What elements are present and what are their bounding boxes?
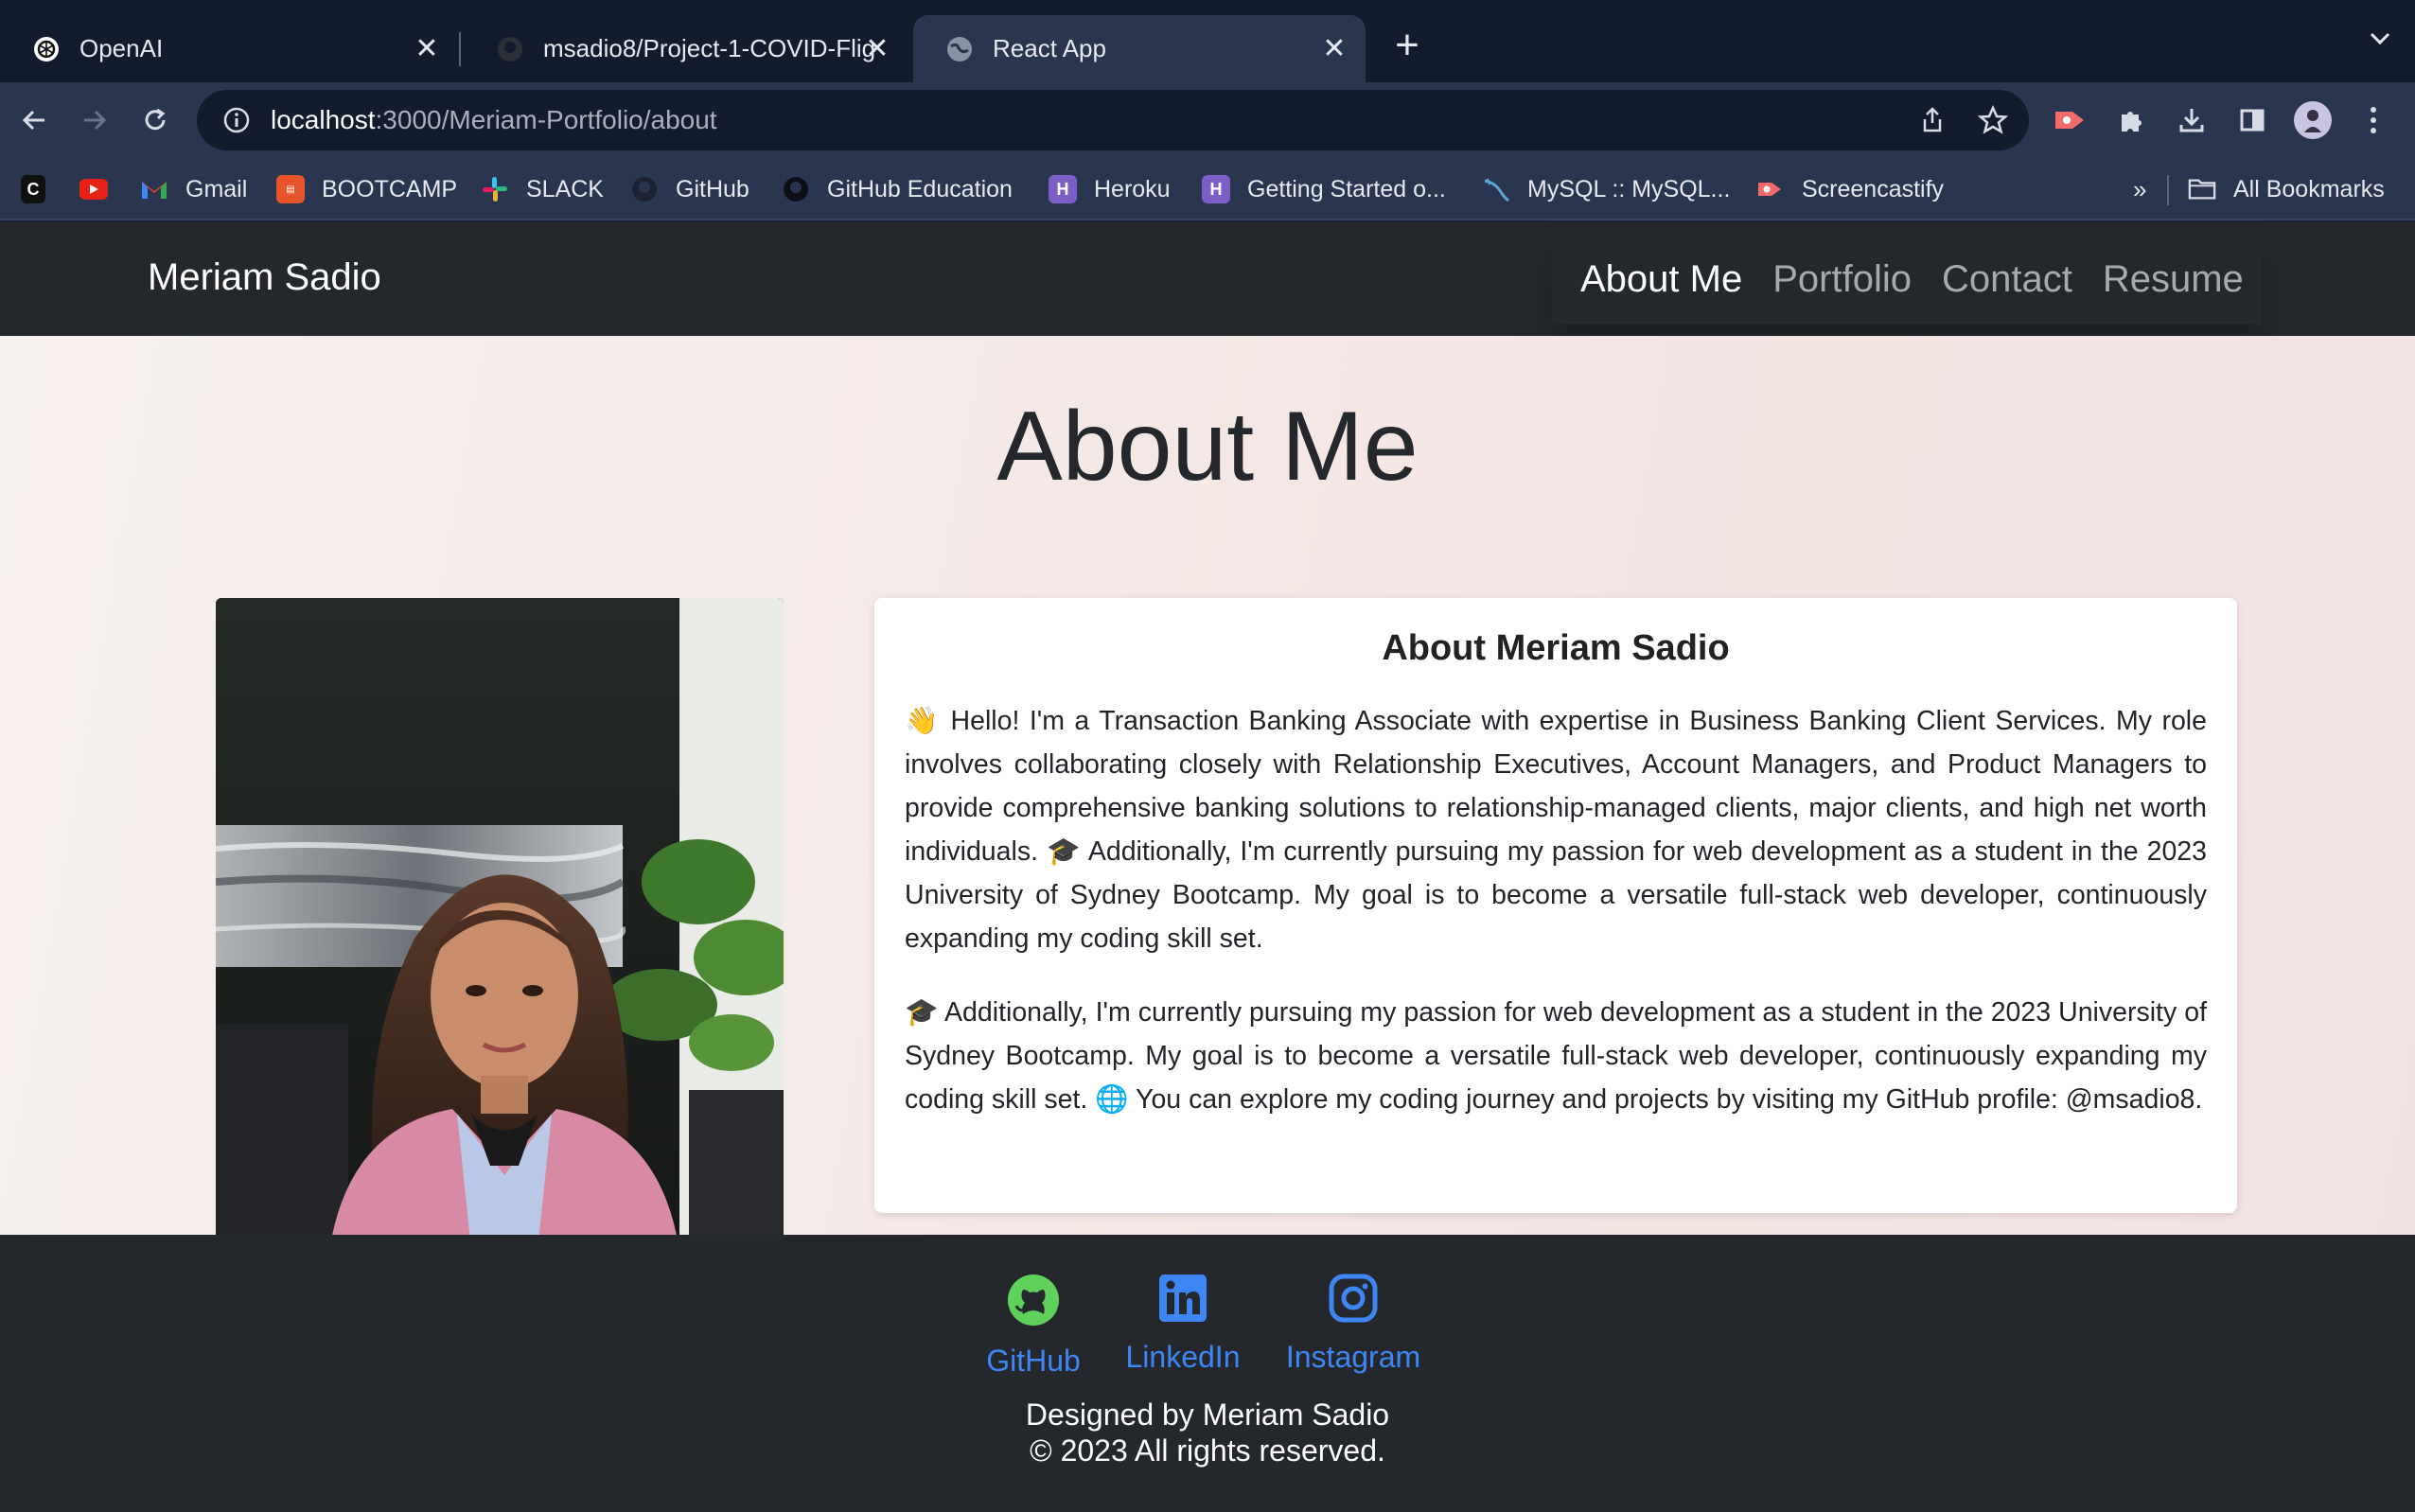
footer-link-label: LinkedIn: [1125, 1340, 1241, 1374]
chevron-down-icon[interactable]: [2370, 32, 2390, 50]
share-icon[interactable]: [1915, 103, 1949, 137]
bookmark-heroku[interactable]: H Heroku: [1049, 158, 1171, 220]
about-card-title: About Meriam Sadio: [1382, 628, 1730, 668]
about-paragraph-2: 🎓 Additionally, I'm currently pursuing m…: [905, 997, 2207, 1115]
tab-separator: [459, 32, 461, 66]
site-footer: GitHub LinkedIn Instagram Designed by Me…: [0, 1235, 2415, 1512]
openai-icon: [32, 35, 61, 63]
bookmark-gmail[interactable]: Gmail: [140, 158, 247, 220]
about-card: About Meriam Sadio 👋 Hello! I'm a Transa…: [874, 598, 2237, 1213]
nav-link-about-me[interactable]: About Me: [1580, 258, 1742, 301]
github-icon: [782, 175, 810, 203]
bookmark-slack[interactable]: SLACK: [481, 158, 604, 220]
bookmarks-bar: C Gmail ▤ BOOTCAMP SLACK GitHub GitHub E…: [0, 158, 2415, 220]
address-bar[interactable]: localhost:3000/Meriam-Portfolio/about: [197, 90, 2029, 150]
close-icon[interactable]: ✕: [1318, 32, 1350, 64]
bookmark-getting-started[interactable]: H Getting Started o...: [1202, 158, 1446, 220]
side-panel-icon[interactable]: [2231, 99, 2273, 141]
back-arrow-icon[interactable]: [13, 99, 55, 141]
more-vert-icon[interactable]: [2353, 99, 2394, 141]
github-icon: [496, 35, 524, 63]
site-info-icon[interactable]: [220, 103, 254, 137]
tab-title: OpenAI: [79, 34, 164, 62]
bookmark-label: Screencastify: [1802, 175, 1945, 202]
folder-icon: [2188, 175, 2216, 203]
profile-avatar[interactable]: [2292, 99, 2334, 141]
profile-photo: [216, 598, 784, 1251]
c-icon: C: [21, 175, 45, 203]
bookmark-bootcamp[interactable]: ▤ BOOTCAMP: [276, 158, 457, 220]
globe-icon: [945, 35, 974, 63]
footer-copyright: © 2023 All rights reserved.: [1030, 1433, 1385, 1468]
tab-title: msadio8/Project-1-COVID-Flig: [543, 34, 874, 62]
tab-react-app[interactable]: React App ✕: [913, 15, 1366, 82]
bookmark-label: SLACK: [526, 175, 604, 202]
bookmark-github-education[interactable]: GitHub Education: [782, 158, 1013, 220]
nav-links: About Me Portfolio Contact Resume: [1552, 234, 2262, 325]
footer-link-label: GitHub: [986, 1344, 1081, 1378]
page-viewport: Meriam Sadio About Me Portfolio Contact …: [0, 222, 2415, 1512]
forward-arrow-icon[interactable]: [74, 99, 115, 141]
gmail-icon: [140, 175, 168, 203]
slack-icon: [481, 175, 509, 203]
bookmark-mysql[interactable]: MySQL :: MySQL...: [1482, 158, 1730, 220]
bookmark-label: MySQL :: MySQL...: [1527, 175, 1731, 202]
footer-link-linkedin[interactable]: LinkedIn: [1122, 1273, 1243, 1375]
site-navbar: Meriam Sadio About Me Portfolio Contact …: [0, 222, 2415, 336]
bookmark-label: BOOTCAMP: [322, 175, 458, 202]
bookmark-youtube[interactable]: [79, 158, 125, 220]
extensions-puzzle-icon[interactable]: [2110, 99, 2152, 141]
url-path: :3000/Meriam-Portfolio/about: [375, 105, 717, 134]
new-tab-button[interactable]: +: [1386, 25, 1428, 68]
close-icon[interactable]: ✕: [411, 32, 443, 64]
bootcamp-icon: ▤: [276, 175, 305, 203]
footer-link-instagram[interactable]: Instagram: [1283, 1273, 1423, 1375]
url-text: localhost:3000/Meriam-Portfolio/about: [271, 105, 717, 135]
page-title: About Me: [996, 392, 1419, 501]
screencastify-extension-icon[interactable]: [2050, 99, 2091, 141]
about-paragraph-1: 👋 Hello! I'm a Transaction Banking Assoc…: [905, 706, 2207, 954]
tab-github-project[interactable]: msadio8/Project-1-COVID-Flig ✕: [464, 15, 908, 82]
nav-link-portfolio[interactable]: Portfolio: [1772, 258, 1912, 301]
tab-title: React App: [993, 34, 1106, 62]
all-bookmarks-label: All Bookmarks: [2233, 175, 2385, 202]
mysql-icon: [1482, 175, 1510, 203]
reload-icon[interactable]: [134, 99, 176, 141]
nav-link-resume[interactable]: Resume: [2103, 258, 2244, 301]
bookmark-label: GitHub Education: [827, 175, 1013, 202]
browser-tab-strip: OpenAI ✕ msadio8/Project-1-COVID-Flig ✕ …: [0, 0, 2415, 82]
bookmark-label: Gmail: [185, 175, 248, 202]
close-icon[interactable]: ✕: [861, 32, 893, 64]
all-bookmarks-button[interactable]: All Bookmarks: [2188, 158, 2385, 220]
bookmark-label: Heroku: [1094, 175, 1171, 202]
youtube-icon: [79, 179, 108, 200]
bookmark-c[interactable]: C: [21, 158, 62, 220]
download-icon[interactable]: [2171, 99, 2212, 141]
heroku-icon: H: [1202, 175, 1230, 203]
footer-designed-by: Designed by Meriam Sadio: [1025, 1398, 1390, 1432]
instagram-icon: [1328, 1273, 1379, 1328]
url-host: localhost: [271, 105, 376, 134]
footer-link-label: Instagram: [1285, 1340, 1421, 1374]
browser-toolbar: localhost:3000/Meriam-Portfolio/about: [0, 82, 2415, 158]
bookmark-github[interactable]: GitHub: [630, 158, 749, 220]
tab-openai[interactable]: OpenAI ✕: [0, 15, 458, 82]
site-brand[interactable]: Meriam Sadio: [148, 256, 381, 299]
github-icon: [1006, 1273, 1061, 1332]
bookmark-label: GitHub: [676, 175, 749, 202]
bookmark-screencastify[interactable]: Screencastify: [1756, 158, 1944, 220]
bookmarks-divider: [2167, 175, 2169, 205]
bookmarks-overflow-button[interactable]: »: [2133, 158, 2146, 220]
screencastify-icon: [1756, 175, 1785, 203]
footer-link-github[interactable]: GitHub: [984, 1273, 1083, 1379]
bookmark-star-icon[interactable]: [1976, 103, 2010, 137]
heroku-icon: H: [1049, 175, 1077, 203]
bookmark-label: Getting Started o...: [1247, 175, 1446, 202]
linkedin-icon: [1157, 1273, 1208, 1328]
nav-link-contact[interactable]: Contact: [1942, 258, 2072, 301]
github-icon: [630, 175, 659, 203]
